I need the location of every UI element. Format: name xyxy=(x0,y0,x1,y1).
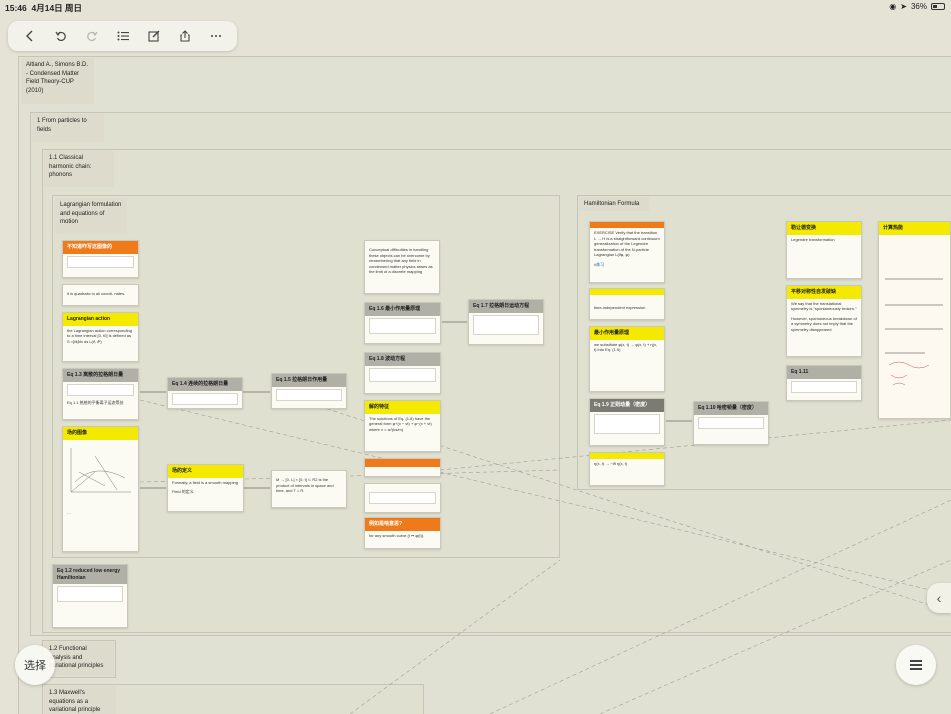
formula-image xyxy=(67,383,134,396)
note-card[interactable]: Eq 1.9 正则动量（密度） xyxy=(589,398,665,446)
note-card[interactable]: Eq 1.5 拉格朗日作用量 xyxy=(271,373,347,409)
note-card[interactable]: EXERCISE Verify that the transition L → … xyxy=(589,221,665,283)
note-card[interactable]: Conceptual difficulties in handling thes… xyxy=(364,240,440,294)
note-title: Eq 1.11 xyxy=(787,366,861,379)
formula-image xyxy=(473,314,539,335)
connection-lines xyxy=(139,321,951,714)
note-text: time-independent expression xyxy=(594,305,646,310)
note-title: Eq 1.10 哈密顿量（密度） xyxy=(694,402,768,415)
note-title: Eq 1.7 拉格朗日运动方程 xyxy=(469,300,543,313)
note-card[interactable]: 例如是啥意思? for any smooth curve (t ↦ φ(t)). xyxy=(364,517,441,549)
note-title: Eq 1.2 reduced low energy Hamiltonian xyxy=(53,565,127,584)
note-title: 不知道咋写这图像的 xyxy=(63,241,138,254)
note-title: 勒让德变换 xyxy=(787,222,861,235)
note-text: EXERCISE Verify that the transition L → … xyxy=(594,230,660,258)
note-text: Legendre transformation xyxy=(791,236,835,242)
formula-image xyxy=(172,392,238,405)
formula-image xyxy=(594,413,660,434)
note-card[interactable]: Eq 1.7 拉格朗日运动方程 xyxy=(468,299,544,345)
note-card[interactable]: it is quadratic in all coordi- nates. xyxy=(62,284,139,306)
note-title: Eq 1.9 正则动量（密度） xyxy=(590,399,664,412)
note-card[interactable]: Eq 1.10 哈密顿量（密度） xyxy=(693,401,769,445)
note-card[interactable]: 勒让德变换 Legendre transformation xyxy=(786,221,862,279)
formula-image xyxy=(369,492,436,504)
note-text: Conceptual difficulties in handling thes… xyxy=(369,247,433,275)
note-text: the Lagrangian action corresponding to a… xyxy=(67,327,132,344)
formula-image xyxy=(791,380,857,393)
note-title: 场的图像 xyxy=(63,427,138,440)
note-card[interactable]: Eq 1.6 最小作用量原理 xyxy=(364,302,441,344)
note-text: we substitute φ(x, t) → φ(x, t) + η(x, t… xyxy=(594,341,658,353)
note-title: Eq 1.3 离散的拉格朗日量 xyxy=(63,369,138,382)
note-title: Lagrangian action xyxy=(63,313,138,326)
note-text: ⋯ xyxy=(67,510,71,516)
note-title xyxy=(365,459,440,467)
note-card[interactable]: 解的特征 The solutions of Eq. (1.8) have the… xyxy=(364,400,441,452)
note-card[interactable]: η(x, t) → −∂t η(x, t) xyxy=(589,452,665,486)
side-panel-toggle-button[interactable]: ‹ xyxy=(927,583,951,613)
note-text: η(x, t) → −∂t η(x, t) xyxy=(594,461,628,466)
note-card[interactable]: time-independent expression xyxy=(589,288,665,320)
note-card[interactable]: Eq 1.3 离散的拉格朗日量 Eq 1.1 热统的平衡离子运态等处 xyxy=(62,368,139,420)
note-title: 场的定义 xyxy=(168,465,243,478)
note-text: it is quadratic in all coordi- nates. xyxy=(67,291,126,296)
handwritten-formula-image xyxy=(885,278,943,385)
note-title: 解的特征 xyxy=(365,401,440,414)
outline-list-button[interactable] xyxy=(896,645,936,685)
formula-image xyxy=(276,388,342,401)
note-title: 例如是啥意思? xyxy=(365,518,440,531)
note-card[interactable]: Eq 1.8 波动方程 xyxy=(364,352,441,394)
select-button[interactable]: 选择 xyxy=(15,645,55,685)
note-text: However, spontaneous breakdown of a symm… xyxy=(791,315,857,332)
formula-image xyxy=(57,586,123,602)
note-card[interactable]: Eq 1.11 xyxy=(786,365,862,401)
note-text: Eq 1.1 热统的平衡离子运态等处 xyxy=(67,399,124,405)
note-title: Eq 1.6 最小作用量原理 xyxy=(365,303,440,316)
tag-label: #练习 xyxy=(594,261,605,267)
note-title: Eq 1.5 拉格朗日作用量 xyxy=(272,374,346,387)
note-title: Eq 1.8 波动方程 xyxy=(365,353,440,366)
formula-image xyxy=(698,416,764,429)
formula-image xyxy=(67,255,134,268)
note-text: Formally, a field is a smooth mapping xyxy=(172,479,238,485)
note-text: We say that the translational symmetry i… xyxy=(791,300,857,312)
note-card[interactable]: Eq 1.4 连续的拉格朗日量 xyxy=(167,377,243,409)
note-card[interactable]: 计算热能 xyxy=(878,221,951,419)
field-sketch-image xyxy=(70,447,131,492)
note-text: for any smooth curve (t ↦ φ(t)). xyxy=(369,532,425,538)
note-card[interactable] xyxy=(364,458,441,477)
note-card[interactable]: 不知道咋写这图像的 xyxy=(62,240,139,278)
note-title: 最小作用量原理 xyxy=(590,327,664,340)
note-title: Eq 1.4 连续的拉格朗日量 xyxy=(168,378,242,391)
note-title: 计算热能 xyxy=(879,222,950,235)
note-card[interactable]: 场的图像 ⋯ xyxy=(62,426,139,552)
note-text: Field 的定义 xyxy=(172,489,194,495)
note-text: The solutions of Eq. (1.8) have the gene… xyxy=(369,415,432,432)
note-text: M → [0, L] × [0, t] ⊂ R2 is the product … xyxy=(276,477,334,494)
note-card[interactable]: 最小作用量原理 we substitute φ(x, t) → φ(x, t) … xyxy=(589,326,665,392)
note-card[interactable]: M → [0, L] × [0, t] ⊂ R2 is the product … xyxy=(271,470,347,508)
formula-image xyxy=(369,367,436,382)
stack-icon xyxy=(910,660,922,670)
note-card[interactable]: 平移对称性自发破缺 We say that the translational … xyxy=(786,285,862,357)
chevron-left-icon: ‹ xyxy=(936,590,942,606)
note-card[interactable]: Eq 1.2 reduced low energy Hamiltonian xyxy=(52,564,128,628)
formula-image xyxy=(369,317,436,334)
note-title: 平移对称性自发破缺 xyxy=(787,286,861,299)
note-card[interactable]: 场的定义 Formally, a field is a smooth mappi… xyxy=(167,464,244,512)
note-card[interactable] xyxy=(364,483,441,513)
note-card[interactable]: Lagrangian action the Lagrangian action … xyxy=(62,312,139,362)
